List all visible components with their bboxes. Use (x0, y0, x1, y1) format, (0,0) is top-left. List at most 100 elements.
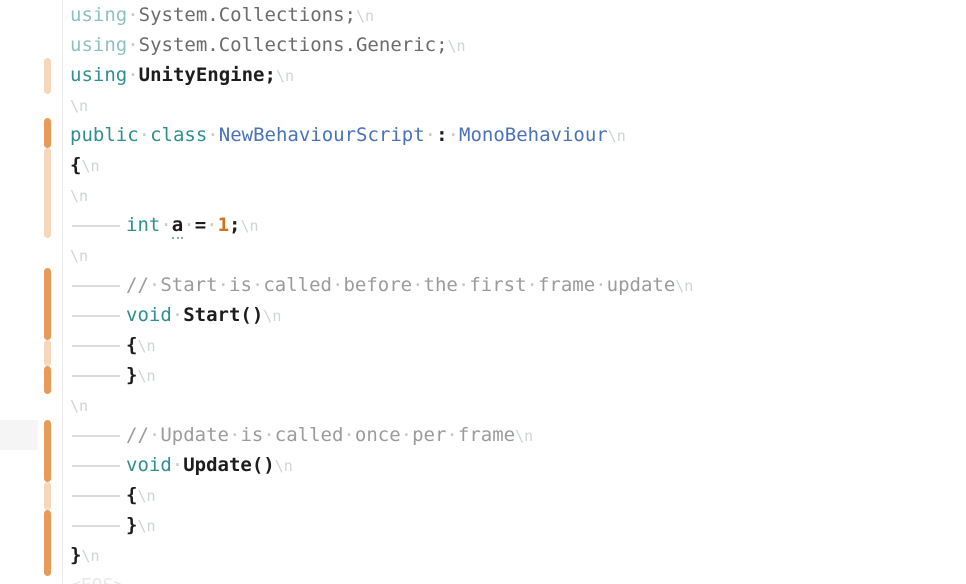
code-line[interactable]: using·System.Collections;\n (70, 0, 966, 30)
space-marker[interactable]: · (448, 124, 459, 146)
space-marker[interactable]: · (412, 274, 423, 296)
token-comment[interactable]: is (229, 274, 252, 296)
token-keyword[interactable]: int (126, 214, 160, 236)
code-line[interactable]: using·System.Collections.Generic;\n (70, 30, 966, 60)
token-identifier[interactable]: UnityEngine; (139, 64, 276, 86)
gutter-confidence-bar[interactable] (44, 118, 51, 148)
space-marker[interactable]: · (149, 424, 160, 446)
code-line[interactable]: void·Update()\n (70, 450, 966, 480)
space-marker[interactable]: · (183, 214, 194, 236)
space-marker[interactable]: · (595, 274, 606, 296)
code-line[interactable]: \n (70, 90, 966, 120)
code-line[interactable]: {\n (70, 480, 966, 510)
newline-marker[interactable]: \n (70, 97, 88, 115)
space-marker[interactable]: · (343, 424, 354, 446)
newline-marker[interactable]: \n (356, 7, 374, 25)
newline-marker[interactable]: \n (241, 217, 259, 235)
code-line[interactable]: //·Start·is·called·before·the·first·fram… (70, 270, 966, 300)
token-type[interactable]: MonoBehaviour (459, 124, 608, 146)
space-marker[interactable]: · (172, 454, 183, 476)
token-comment[interactable]: called (275, 424, 344, 446)
token-keyword[interactable]: using (70, 4, 127, 26)
space-marker[interactable]: · (446, 424, 457, 446)
code-line[interactable]: void·Start()\n (70, 300, 966, 330)
newline-marker[interactable]: \n (70, 187, 88, 205)
code-content[interactable]: using·System.Collections;\n using·System.… (70, 0, 966, 584)
token-brace[interactable]: { (126, 484, 137, 506)
token-namespace[interactable]: System.Collections.Generic; (139, 34, 448, 56)
space-marker[interactable]: · (527, 274, 538, 296)
eos-marker[interactable]: <EOS> (70, 575, 124, 584)
newline-marker[interactable]: \n (137, 337, 155, 355)
newline-marker[interactable]: \n (448, 37, 466, 55)
token-comment[interactable]: frame (458, 424, 515, 446)
token-comment[interactable]: frame (538, 274, 595, 296)
token-brace[interactable]: } (126, 514, 137, 536)
token-identifier[interactable]: Start() (183, 304, 263, 326)
space-marker[interactable]: · (139, 124, 150, 146)
token-keyword[interactable]: void (126, 454, 172, 476)
token-type[interactable]: NewBehaviourScript (219, 124, 425, 146)
token-keyword[interactable]: void (126, 304, 172, 326)
space-marker[interactable]: · (172, 304, 183, 326)
token-punctuation[interactable]: = (195, 214, 206, 236)
code-line[interactable]: {\n (70, 150, 966, 180)
newline-marker[interactable]: \n (70, 247, 88, 265)
token-comment[interactable]: Start (160, 274, 217, 296)
gutter-confidence-bar[interactable] (44, 148, 51, 238)
space-marker[interactable]: · (127, 4, 138, 26)
token-punctuation[interactable]: ; (229, 214, 240, 236)
newline-marker[interactable]: \n (608, 127, 626, 145)
token-comment[interactable]: // (126, 424, 149, 446)
gutter-confidence-bar[interactable] (44, 366, 51, 394)
code-line[interactable]: \n (70, 240, 966, 270)
newline-marker[interactable]: \n (515, 427, 533, 445)
token-brace[interactable]: { (70, 154, 81, 176)
token-comment[interactable]: update (607, 274, 676, 296)
newline-marker[interactable]: \n (137, 487, 155, 505)
newline-marker[interactable]: \n (81, 547, 99, 565)
gutter-confidence-bar[interactable] (44, 420, 51, 482)
space-marker[interactable]: · (127, 34, 138, 56)
code-line[interactable]: }\n (70, 360, 966, 390)
token-comment[interactable]: called (263, 274, 332, 296)
code-line[interactable]: }\n (70, 540, 966, 570)
token-comment[interactable]: is (240, 424, 263, 446)
space-marker[interactable]: · (218, 274, 229, 296)
token-punctuation[interactable]: : (436, 124, 447, 146)
token-keyword[interactable]: public (70, 124, 139, 146)
code-line[interactable]: \n (70, 180, 966, 210)
token-comment[interactable]: per (412, 424, 446, 446)
newline-marker[interactable]: \n (70, 397, 88, 415)
space-marker[interactable]: · (160, 214, 171, 236)
token-comment[interactable]: before (343, 274, 412, 296)
space-marker[interactable]: · (252, 274, 263, 296)
token-number[interactable]: 1 (218, 214, 229, 236)
space-marker[interactable]: · (458, 274, 469, 296)
gutter-confidence-bar[interactable] (44, 58, 51, 94)
code-line[interactable]: <EOS> (70, 570, 966, 584)
token-namespace[interactable]: System.Collections; (139, 4, 356, 26)
token-comment[interactable]: the (424, 274, 458, 296)
gutter-confidence-bar[interactable] (44, 340, 51, 366)
code-line[interactable]: \n (70, 390, 966, 420)
token-unused-identifier[interactable]: a (171, 214, 184, 239)
space-marker[interactable]: · (401, 424, 412, 446)
space-marker[interactable]: · (229, 424, 240, 446)
token-keyword[interactable]: using (70, 64, 127, 86)
code-line[interactable]: int·a·=·1;\n (70, 210, 966, 240)
gutter-confidence-bar[interactable] (44, 510, 51, 576)
token-brace[interactable]: { (126, 334, 137, 356)
newline-marker[interactable]: \n (675, 277, 693, 295)
code-line[interactable]: {\n (70, 330, 966, 360)
token-comment[interactable]: Update (160, 424, 229, 446)
newline-marker[interactable]: \n (276, 67, 294, 85)
token-comment[interactable]: first (469, 274, 526, 296)
token-comment[interactable]: // (126, 274, 149, 296)
newline-marker[interactable]: \n (81, 157, 99, 175)
space-marker[interactable]: · (332, 274, 343, 296)
token-identifier[interactable]: Update() (183, 454, 275, 476)
code-line[interactable]: //·Update·is·called·once·per·frame\n (70, 420, 966, 450)
space-marker[interactable]: · (206, 214, 217, 236)
code-line[interactable]: using·UnityEngine;\n (70, 60, 966, 90)
